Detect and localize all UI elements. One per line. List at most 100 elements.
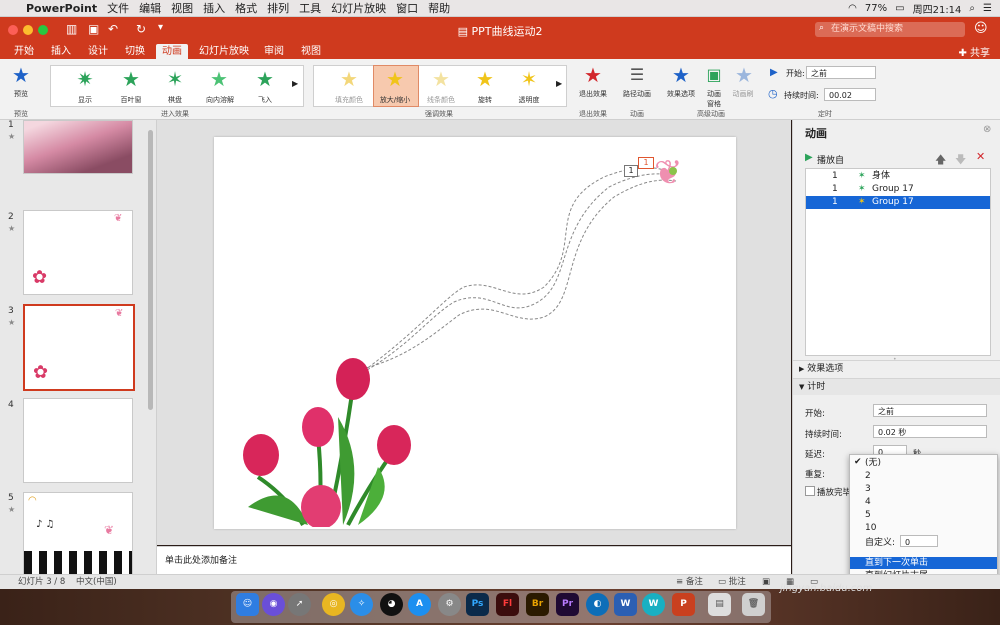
premiere-icon[interactable]: Pr — [556, 593, 579, 616]
app-store-icon[interactable]: A — [408, 593, 431, 616]
notes-pane[interactable]: 单击此处添加备注 — [157, 546, 791, 575]
tab-insert[interactable]: 插入 — [45, 44, 77, 59]
share-button[interactable]: ✚ 共享 — [958, 44, 990, 59]
preview-button[interactable]: 预览 — [4, 89, 38, 99]
menu-format[interactable]: 格式 — [235, 0, 257, 16]
menu-arrange[interactable]: 排列 — [267, 0, 289, 16]
menu-view[interactable]: 视图 — [171, 0, 193, 16]
slide-thumb-1[interactable] — [23, 120, 133, 174]
motion-path-1[interactable] — [343, 167, 665, 386]
grow-shrink-icon[interactable]: ★ — [380, 69, 410, 89]
clock[interactable]: 周四21:14 — [913, 1, 962, 16]
smiley-feedback-icon[interactable]: ☺ — [974, 21, 988, 36]
fly-in-icon[interactable]: ★ — [250, 69, 280, 89]
menu-file[interactable]: 文件 — [107, 0, 129, 16]
qq-icon[interactable]: ◕ — [380, 593, 403, 616]
motion-path-3[interactable] — [361, 179, 677, 370]
comments-toggle[interactable]: ▭ 批注 — [718, 575, 746, 590]
motion-path-2[interactable] — [353, 173, 670, 378]
repeat-option-4[interactable]: 4 — [850, 496, 997, 508]
butterfly-icon[interactable]: ❦ — [654, 153, 683, 193]
app-menu[interactable]: PowerPoint — [26, 2, 97, 15]
siri-icon[interactable]: ◉ — [262, 593, 285, 616]
rewind-checkbox[interactable] — [805, 486, 815, 496]
transparency-icon[interactable]: ✶ — [514, 69, 544, 89]
line-color-icon[interactable]: ★ — [426, 69, 456, 89]
repeat-option-3[interactable]: 3 — [850, 483, 997, 495]
thumbnail-scrollbar[interactable] — [148, 130, 153, 410]
animation-order-badge[interactable]: 1 — [624, 165, 638, 177]
search-input[interactable]: 在演示文稿中搜索 — [815, 22, 965, 37]
appear-icon[interactable]: ✷ — [70, 69, 100, 89]
animation-pane-button[interactable]: 动画 窗格 — [700, 89, 728, 109]
normal-view-icon[interactable]: ▣ — [762, 575, 770, 590]
effect-grow-shrink[interactable]: 放大/缩小 — [376, 95, 414, 105]
preview-star-icon[interactable]: ★ — [6, 65, 36, 85]
chrome-icon[interactable]: ◎ — [322, 593, 345, 616]
powerpoint-icon[interactable]: P — [672, 593, 695, 616]
fill-color-icon[interactable]: ★ — [334, 69, 364, 89]
wps-icon[interactable]: W — [642, 593, 665, 616]
tulip-bouquet-image[interactable] — [228, 357, 418, 529]
menu-window[interactable]: 窗口 — [396, 0, 418, 16]
repeat-option-2[interactable]: 2 — [850, 470, 997, 482]
path-animation-button[interactable]: 路径动画 — [618, 89, 656, 99]
effect-fill-color[interactable]: 填充颜色 — [332, 95, 366, 105]
timing-section[interactable]: ▼ 计时 — [793, 378, 1000, 395]
flash-icon[interactable]: Fl — [496, 593, 519, 616]
effect-options-section[interactable]: ▶ 效果选项 — [793, 360, 1000, 377]
battery-level[interactable]: 77% — [865, 3, 887, 14]
animation-pane-icon[interactable]: ▣ — [702, 65, 726, 85]
notes-placeholder[interactable]: 单击此处添加备注 — [165, 553, 237, 566]
emphasis-scroll-icon[interactable]: ▶ — [556, 79, 562, 88]
delete-animation-icon[interactable]: ✕ — [976, 150, 985, 163]
menu-edit[interactable]: 编辑 — [139, 0, 161, 16]
start-select[interactable]: 之前 — [873, 404, 987, 417]
slide-thumb-2[interactable]: ✿ ❦ — [23, 210, 133, 295]
effect-blinds[interactable]: 百叶窗 — [114, 95, 148, 105]
play-from-button[interactable]: 播放自 — [817, 153, 844, 166]
animation-painter-icon[interactable]: ★ — [732, 65, 756, 85]
effect-line-color[interactable]: 线条颜色 — [424, 95, 458, 105]
photoshop-icon[interactable]: Ps — [466, 593, 489, 616]
wifi-icon[interactable]: ◠ — [848, 3, 857, 14]
tab-transitions[interactable]: 切换 — [119, 44, 151, 59]
effect-spin[interactable]: 旋转 — [468, 95, 502, 105]
search-icon[interactable]: ⌕ — [969, 3, 975, 14]
effect-transparency[interactable]: 透明度 — [512, 95, 546, 105]
spin-icon[interactable]: ★ — [470, 69, 500, 89]
blinds-icon[interactable]: ★ — [116, 69, 146, 89]
menu-tools[interactable]: 工具 — [299, 0, 321, 16]
start-select[interactable]: 之前 — [806, 66, 876, 79]
effect-fly-in[interactable]: 飞入 — [248, 95, 282, 105]
exit-effect-icon[interactable]: ★ — [578, 65, 608, 85]
repeat-until-next-click[interactable]: 直到下一次单击 — [850, 557, 997, 569]
tab-design[interactable]: 设计 — [82, 44, 114, 59]
animation-item[interactable]: 1 ✶ 身体 — [806, 170, 990, 183]
notes-toggle[interactable]: ≡ 备注 — [676, 575, 703, 590]
path-animation-icon[interactable]: ☰ — [622, 65, 652, 85]
effect-options-button[interactable]: 效果选项 — [662, 89, 700, 99]
animation-order-badge[interactable]: 1 — [638, 157, 654, 169]
tab-view[interactable]: 视图 — [295, 44, 327, 59]
tab-home[interactable]: 开始 — [8, 44, 40, 59]
close-pane-icon[interactable]: ⊗ — [983, 124, 991, 135]
repeat-custom-input[interactable]: 0 — [900, 535, 938, 547]
tab-animations[interactable]: 动画 — [156, 44, 188, 59]
checkerboard-icon[interactable]: ✶ — [160, 69, 190, 89]
effect-appear[interactable]: 显示 — [68, 95, 102, 105]
slide-canvas[interactable]: 1 1 ❦ — [214, 137, 736, 529]
notification-icon[interactable]: ☰ — [983, 3, 992, 14]
animation-item[interactable]: 1 ✶ Group 17 — [806, 183, 990, 196]
slide-thumb-5[interactable]: ◠ ♪ ♫ ❦ — [23, 492, 133, 575]
menu-slideshow[interactable]: 幻灯片放映 — [331, 0, 386, 16]
repeat-option-5[interactable]: 5 — [850, 509, 997, 521]
language-indicator[interactable]: 中文(中国) — [76, 575, 117, 590]
preview-files-icon[interactable]: ▤ — [708, 593, 731, 616]
animation-item-selected[interactable]: 1 ✶ Group 17 — [806, 196, 990, 209]
system-preferences-icon[interactable]: ⚙ — [438, 593, 461, 616]
duration-input[interactable]: 00.02 — [824, 88, 876, 101]
word-icon[interactable]: W — [614, 593, 637, 616]
effect-options-icon[interactable]: ★ — [666, 65, 696, 85]
tab-review[interactable]: 审阅 — [258, 44, 290, 59]
